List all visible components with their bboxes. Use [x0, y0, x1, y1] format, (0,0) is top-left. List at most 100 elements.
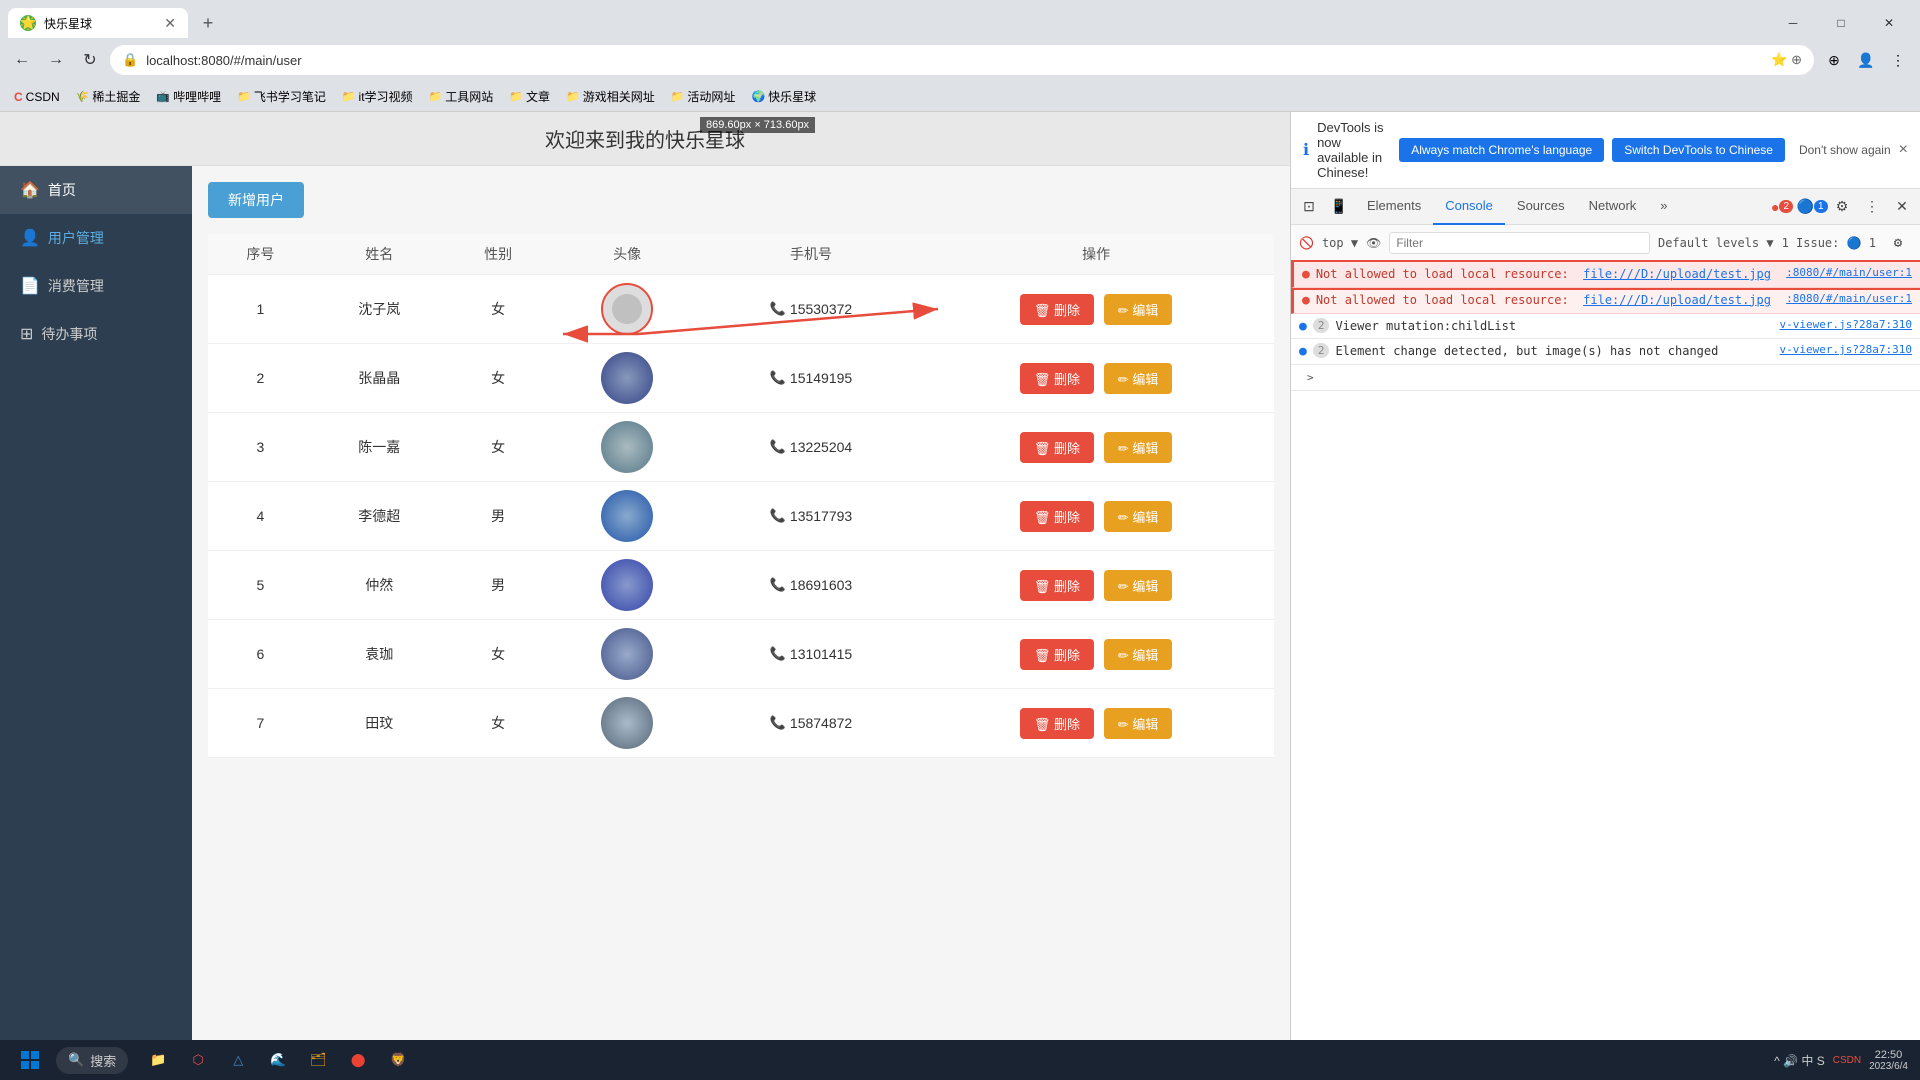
console-info-source-2[interactable]: v-viewer.js?28a7:310: [1780, 343, 1912, 356]
bookmark-juejin[interactable]: 🌾 稀土掘金: [70, 86, 147, 107]
error-file-link-2[interactable]: file:///D:/upload/test.jpg: [1583, 293, 1771, 307]
cell-avatar: [551, 344, 704, 413]
console-source-1[interactable]: :8080/#/main/user:1: [1786, 266, 1912, 279]
console-source-2[interactable]: :8080/#/main/user:1: [1786, 292, 1912, 305]
tab-elements[interactable]: Elements: [1355, 189, 1433, 225]
bookmark-games[interactable]: 📁 游戏相关网址: [560, 86, 661, 107]
phone-icon: 📞: [770, 646, 786, 662]
cell-action: 🗑 删除 ✏ 编辑: [918, 275, 1274, 344]
bookmark-bilibili[interactable]: 📺 哔哩哔哩: [150, 86, 227, 107]
add-user-button[interactable]: 新增用户: [208, 182, 304, 218]
close-devtools-btn[interactable]: ✕: [1888, 193, 1916, 221]
taskbar-app-browser2[interactable]: 🌊: [260, 1042, 296, 1078]
extensions-btn[interactable]: ⊕: [1820, 46, 1848, 74]
menu-btn[interactable]: ⋮: [1884, 46, 1912, 74]
sidebar-item-home[interactable]: 🏠 首页: [0, 166, 192, 214]
taskbar-app-git[interactable]: △: [220, 1042, 256, 1078]
delete-button[interactable]: 🗑 删除: [1020, 639, 1094, 670]
error-badge[interactable]: ● 2: [1768, 193, 1796, 221]
active-tab[interactable]: 🌟 快乐星球 ✕: [8, 8, 188, 38]
start-btn[interactable]: [12, 1042, 48, 1078]
bookmark-events[interactable]: 📁 活动网址: [665, 86, 742, 107]
device-toolbar-btn[interactable]: 📱: [1325, 193, 1353, 221]
taskbar-app-explorer[interactable]: 🗂: [300, 1042, 336, 1078]
sidebar-item-users[interactable]: 👤 用户管理: [0, 214, 192, 262]
bookmark-csdn[interactable]: C CSDN: [8, 88, 66, 106]
tab-sources[interactable]: Sources: [1505, 189, 1577, 225]
taskbar-app-brave[interactable]: 🦁: [380, 1042, 416, 1078]
app-body: 🏠 首页 👤 用户管理 📄 消费管理 ⊞ 待办事项: [0, 166, 1290, 1040]
notification-close-btn[interactable]: ×: [1899, 141, 1908, 159]
forward-btn[interactable]: →: [42, 46, 70, 74]
inspect-element-btn[interactable]: ⊡: [1295, 193, 1323, 221]
taskbar-app-chrome[interactable]: ⬤: [340, 1042, 376, 1078]
edit-button[interactable]: ✏ 编辑: [1104, 363, 1173, 394]
delete-button[interactable]: 🗑 删除: [1020, 570, 1094, 601]
eye-btn[interactable]: 👁: [1366, 236, 1381, 250]
taskbar-app-intellij[interactable]: ⬡: [180, 1042, 216, 1078]
tab-close-btn[interactable]: ✕: [164, 15, 176, 32]
avatar-container: [563, 697, 692, 749]
delete-button[interactable]: 🗑 删除: [1020, 708, 1094, 739]
sidebar-item-todo[interactable]: ⊞ 待办事项: [0, 310, 192, 358]
dont-show-again-link[interactable]: Don't show again: [1799, 143, 1891, 157]
url-bar[interactable]: 🔒 localhost:8080/#/main/user ⭐ ⊕: [110, 45, 1814, 75]
tab-more[interactable]: »: [1648, 189, 1679, 225]
error-file-link-1[interactable]: file:///D:/upload/test.jpg: [1583, 267, 1771, 281]
delete-button[interactable]: 🗑 删除: [1020, 363, 1094, 394]
bookmark-happy[interactable]: 🌍 快乐星球: [745, 86, 822, 107]
refresh-btn[interactable]: ↻: [76, 46, 104, 74]
bookmark-articles[interactable]: 📁 文章: [503, 86, 556, 107]
delete-button[interactable]: 🗑 删除: [1020, 501, 1094, 532]
edit-button[interactable]: ✏ 编辑: [1104, 432, 1173, 463]
taskbar-search[interactable]: 🔍 搜索: [56, 1047, 128, 1074]
edit-button[interactable]: ✏ 编辑: [1104, 708, 1173, 739]
console-expand-row[interactable]: >: [1291, 365, 1920, 391]
console-info-source-1[interactable]: v-viewer.js?28a7:310: [1780, 318, 1912, 331]
back-btn[interactable]: ←: [8, 46, 36, 74]
clear-console-btn[interactable]: 🚫: [1299, 236, 1314, 250]
avatar-container: [563, 352, 692, 404]
profile-btn[interactable]: 👤: [1852, 46, 1880, 74]
edit-button[interactable]: ✏ 编辑: [1104, 570, 1173, 601]
bookmark-tools[interactable]: 📁 工具网站: [423, 86, 500, 107]
new-tab-btn[interactable]: +: [194, 9, 222, 37]
expand-arrow[interactable]: >: [1299, 369, 1322, 386]
maximize-btn[interactable]: □: [1818, 8, 1864, 38]
sidebar-item-consume[interactable]: 📄 消费管理: [0, 262, 192, 310]
match-language-btn[interactable]: Always match Chrome's language: [1399, 138, 1604, 162]
tab-console[interactable]: Console: [1433, 189, 1505, 225]
console-msg-2: Not allowed to load local resource: file…: [1316, 292, 1780, 309]
console-settings-btn[interactable]: ⚙: [1884, 229, 1912, 257]
page-title-bar: 欢迎来到我的快乐星球: [0, 112, 1290, 166]
user-avatar: [601, 490, 653, 542]
settings-btn[interactable]: ⚙: [1828, 193, 1856, 221]
avatar-container: [563, 421, 692, 473]
bookmark-it[interactable]: 📁 it学习视频: [336, 86, 419, 107]
console-error-row-2[interactable]: ● Not allowed to load local resource: fi…: [1291, 288, 1920, 314]
phone-icon: 📞: [770, 577, 786, 593]
avatar-container: [563, 559, 692, 611]
delete-button[interactable]: 🗑 删除: [1020, 294, 1094, 325]
info-icon-1: ●: [1299, 319, 1307, 334]
col-action: 操作: [918, 234, 1274, 275]
taskbar-app-files[interactable]: 📁: [140, 1042, 176, 1078]
delete-button[interactable]: 🗑 删除: [1020, 432, 1094, 463]
default-levels-btn[interactable]: Default levels ▼: [1658, 236, 1774, 250]
bookmark-feishu[interactable]: 📁 飞书学习笔记: [231, 86, 332, 107]
switch-chinese-btn[interactable]: Switch DevTools to Chinese: [1612, 138, 1785, 162]
issues-badge[interactable]: 🔵 1: [1798, 193, 1826, 221]
tab-network[interactable]: Network: [1577, 189, 1649, 225]
edit-button[interactable]: ✏ 编辑: [1104, 639, 1173, 670]
console-filter-input[interactable]: [1389, 232, 1650, 254]
console-error-row-1[interactable]: ● Not allowed to load local resource: fi…: [1291, 262, 1920, 288]
top-context-btn[interactable]: top ▼: [1322, 236, 1358, 250]
phone-number: 15874872: [790, 715, 852, 731]
edit-button[interactable]: ✏ 编辑: [1104, 294, 1173, 325]
minimize-btn[interactable]: ─: [1770, 8, 1816, 38]
more-options-btn[interactable]: ⋮: [1858, 193, 1886, 221]
edit-button[interactable]: ✏ 编辑: [1104, 501, 1173, 532]
cell-phone: 📞 13225204: [704, 413, 919, 482]
close-btn[interactable]: ✕: [1866, 8, 1912, 38]
devtools-tabs: Elements Console Sources Network »: [1355, 189, 1766, 225]
